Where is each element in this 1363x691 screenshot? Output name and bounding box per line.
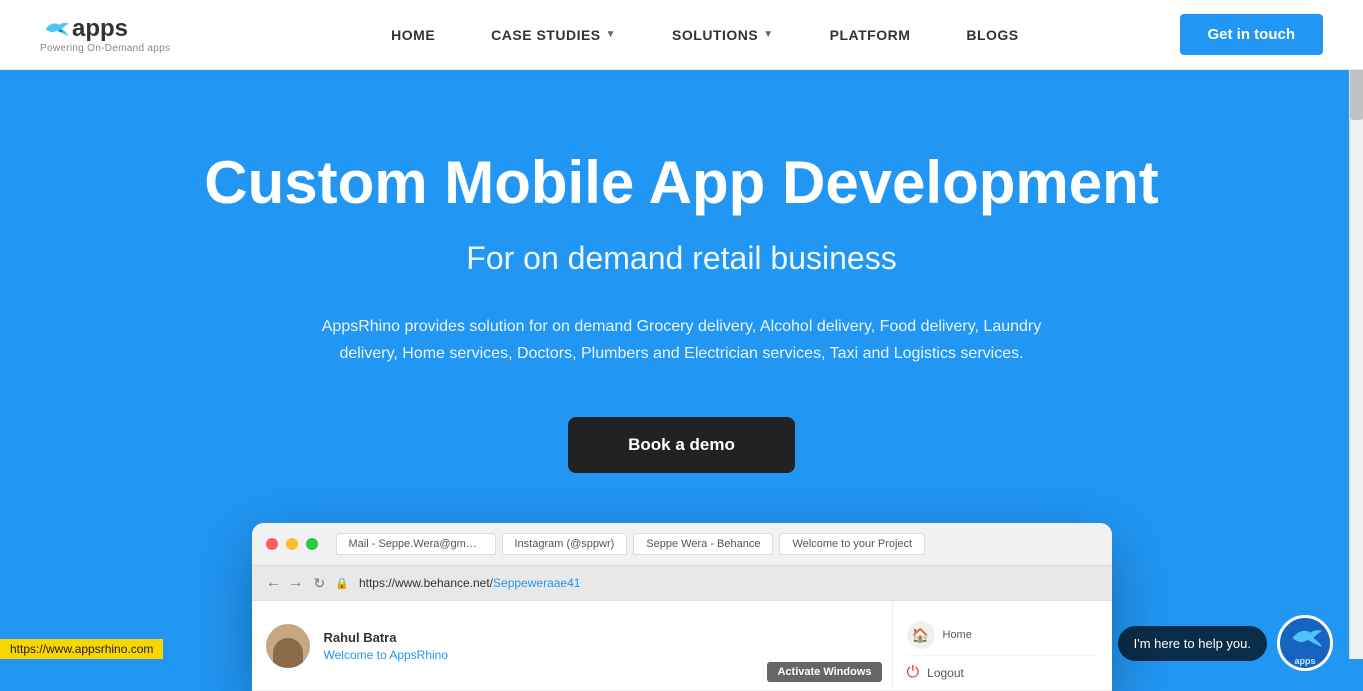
browser-url-text: https://www.behance.net/Seppeweraae41 xyxy=(359,576,581,590)
nav-item-case-studies[interactable]: CASE STUDIES ▼ xyxy=(463,0,644,70)
chat-avatar[interactable]: apps xyxy=(1277,615,1333,671)
browser-tab-2[interactable]: Seppe Wera - Behance xyxy=(633,533,773,555)
nav-item-solutions[interactable]: SOLUTIONS ▼ xyxy=(644,0,802,70)
book-demo-button[interactable]: Book a demo xyxy=(568,417,795,473)
logo-tagline: Powering On-Demand apps xyxy=(40,43,170,54)
logout-icon: ⏻ xyxy=(907,664,920,682)
navbar: apps Powering On-Demand apps HOME CASE S… xyxy=(0,0,1363,70)
logout-row[interactable]: ⏻ Logout xyxy=(907,656,1098,690)
hero-title: Custom Mobile App Development xyxy=(204,150,1159,216)
chat-avatar-label: apps xyxy=(1294,656,1315,666)
chat-bubble-text: I'm here to help you. xyxy=(1118,626,1267,661)
browser-tab-3[interactable]: Welcome to your Project xyxy=(779,533,925,555)
browser-mockup: Mail - Seppe.Wera@gmail.com Instagram (@… xyxy=(252,523,1112,691)
case-studies-dropdown-icon: ▼ xyxy=(606,29,616,40)
avatar-body xyxy=(273,638,303,668)
logo-area[interactable]: apps Powering On-Demand apps xyxy=(40,15,170,54)
nav-item-home[interactable]: HOME xyxy=(363,0,463,70)
hero-subtitle: For on demand retail business xyxy=(466,240,896,277)
nav-item-platform[interactable]: PLATFORM xyxy=(802,0,939,70)
browser-back-icon[interactable]: ← xyxy=(266,574,282,592)
browser-lock-icon: 🔒 xyxy=(335,577,349,590)
logo: apps xyxy=(40,15,128,43)
nav-item-blogs[interactable]: BLOGS xyxy=(938,0,1046,70)
browser-url-bar: ← → ↻ 🔒 https://www.behance.net/Seppewer… xyxy=(252,566,1112,601)
browser-refresh-icon[interactable]: ↻ xyxy=(314,575,326,592)
nav-links: HOME CASE STUDIES ▼ SOLUTIONS ▼ PLATFORM… xyxy=(230,0,1179,70)
scrollbar[interactable] xyxy=(1349,0,1363,659)
browser-tabs: Mail - Seppe.Wera@gmail.com Instagram (@… xyxy=(336,533,1098,555)
avatar xyxy=(266,624,310,668)
solutions-dropdown-icon: ▼ xyxy=(763,29,773,40)
browser-sidebar: 🏠 Home ⏻ Logout xyxy=(892,601,1112,690)
hero-section: Custom Mobile App Development For on dem… xyxy=(0,70,1363,691)
status-bar: https://www.appsrhino.com xyxy=(0,639,163,659)
logout-label[interactable]: Logout xyxy=(927,666,964,680)
sidebar-row-0: 🏠 Home xyxy=(907,615,1098,656)
browser-tab-1[interactable]: Instagram (@sppwr) xyxy=(502,533,628,555)
browser-content-area: Rahul Batra Welcome to AppsRhino ☰ 🏠 Hom… xyxy=(252,601,1112,691)
get-in-touch-button[interactable]: Get in touch xyxy=(1180,14,1324,55)
sidebar-home-icon: 🏠 xyxy=(907,621,935,649)
browser-tab-0[interactable]: Mail - Seppe.Wera@gmail.com xyxy=(336,533,496,555)
activate-windows-banner: Activate Windows xyxy=(767,662,881,682)
chat-avatar-bird-icon xyxy=(1287,620,1323,656)
browser-toolbar: Mail - Seppe.Wera@gmail.com Instagram (@… xyxy=(252,523,1112,566)
browser-minimize-dot xyxy=(286,538,298,550)
browser-maximize-dot xyxy=(306,538,318,550)
chat-widget[interactable]: I'm here to help you. apps xyxy=(1118,615,1333,671)
logo-text: apps xyxy=(72,15,128,43)
hero-description: AppsRhino provides solution for on deman… xyxy=(302,313,1062,367)
browser-close-dot xyxy=(266,538,278,550)
logo-bird-icon xyxy=(42,19,70,39)
browser-nav-arrows: ← → xyxy=(266,574,304,592)
browser-forward-icon[interactable]: → xyxy=(288,574,304,592)
